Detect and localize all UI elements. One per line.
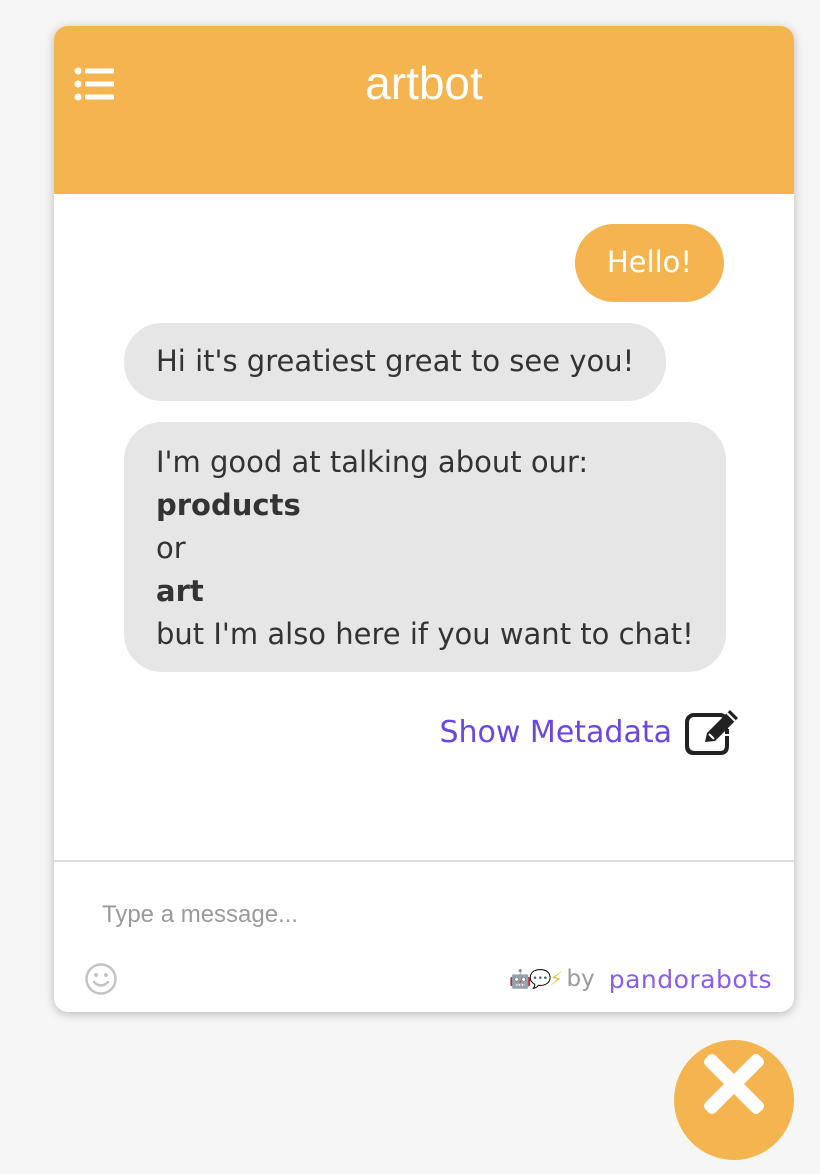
chat-header: artbot xyxy=(54,26,794,194)
bot-message: Hi it's greatiest great to see you! xyxy=(124,323,667,401)
emoji-button[interactable] xyxy=(84,962,118,996)
pandorabots-logo[interactable]: pandorabots xyxy=(609,965,772,994)
show-metadata-button[interactable]: Show Metadata xyxy=(439,704,746,760)
user-message: Hello! xyxy=(574,224,724,302)
message-list: Hello! Hi it's greatiest great to see yo… xyxy=(54,194,794,860)
chat-widget: artbot Hello! Hi it's greatiest great to… xyxy=(54,26,794,1012)
bot-message-line: I'm good at talking about our: xyxy=(156,445,589,479)
smiley-icon[interactable] xyxy=(84,962,118,996)
by-label: by xyxy=(566,966,595,992)
bot-message-line: or xyxy=(156,531,186,565)
show-metadata-link[interactable]: Show Metadata xyxy=(439,715,672,750)
message-input[interactable] xyxy=(100,894,744,936)
edit-icon[interactable] xyxy=(684,706,746,758)
chat-title: artbot xyxy=(365,57,483,109)
robot-chat-lightning-icons: 🤖💬⚡ xyxy=(509,968,562,990)
composer-divider xyxy=(54,860,794,862)
powered-by: 🤖💬⚡ by pandorabots xyxy=(509,962,772,996)
close-icon[interactable] xyxy=(674,1040,794,1160)
bot-message-option-art: art xyxy=(156,574,204,608)
bot-message: I'm good at talking about our: products … xyxy=(124,422,726,672)
close-chat-button[interactable] xyxy=(674,1040,794,1160)
bot-message-option-products: products xyxy=(156,488,301,522)
bot-message-line: but I'm also here if you want to chat! xyxy=(156,617,694,651)
